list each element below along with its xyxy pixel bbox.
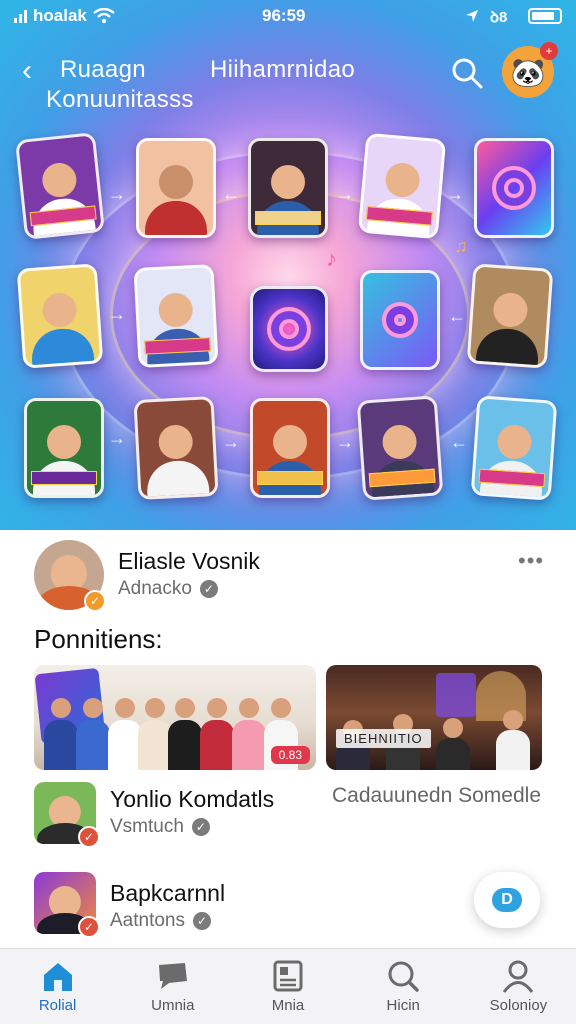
arrow-left-icon: ← bbox=[450, 432, 468, 452]
post-author-handle: Adnacko bbox=[118, 578, 192, 599]
collage-card[interactable] bbox=[250, 398, 330, 498]
home-icon bbox=[43, 963, 72, 991]
check-icon: ✓ bbox=[191, 818, 210, 836]
verified-badge-icon: ✓ bbox=[78, 826, 100, 848]
arrow-right-icon: → bbox=[336, 432, 354, 452]
status-bar: hoalak 96:59 ꝺ8 bbox=[0, 0, 576, 32]
verified-badge-icon: ✓ bbox=[84, 590, 106, 612]
tab-chat[interactable]: Umnia bbox=[115, 949, 230, 1024]
photo-caption: BIEHNIITIO bbox=[336, 729, 431, 748]
arrow-right-icon: → bbox=[336, 184, 354, 204]
tab-label: Umnia bbox=[151, 997, 195, 1014]
list-item-handle: Vsmtuch bbox=[110, 816, 184, 837]
collage-card[interactable] bbox=[16, 263, 104, 369]
event-photo[interactable]: 0.83 bbox=[34, 665, 316, 770]
tab-label: Solonioy bbox=[489, 997, 548, 1014]
clock: 96:59 bbox=[262, 6, 306, 25]
arrow-right-icon: → bbox=[108, 428, 126, 448]
network-icon: ꝺ8 bbox=[490, 9, 507, 24]
arrow-right-icon: → bbox=[446, 184, 464, 204]
list-item-name[interactable]: Bapkcarnnl bbox=[110, 880, 225, 907]
search-icon bbox=[388, 961, 419, 992]
music-note-icon: ♪ bbox=[326, 246, 337, 271]
compose-fab-button[interactable]: D bbox=[474, 872, 540, 928]
carrier-label: hoalak bbox=[33, 6, 87, 25]
tab-home[interactable]: Rolial bbox=[0, 949, 115, 1024]
chat-icon bbox=[158, 963, 187, 989]
list-item-handle: Aatntons bbox=[110, 910, 185, 931]
notification-badge: + bbox=[540, 42, 558, 60]
collage-card[interactable] bbox=[14, 132, 106, 240]
app-logo-card[interactable] bbox=[250, 286, 328, 372]
arrow-right-icon: → bbox=[108, 304, 126, 324]
collage-card[interactable] bbox=[466, 263, 554, 369]
check-icon: ✓ bbox=[193, 912, 211, 930]
check-icon: ✓ bbox=[199, 580, 218, 598]
location-icon bbox=[466, 10, 478, 22]
chevron-left-icon[interactable]: ‹ bbox=[22, 56, 32, 86]
photo-tag: 0.83 bbox=[270, 746, 310, 764]
bottom-nav: Rolial Umnia Mnia Hicin Solonioy bbox=[0, 948, 576, 1024]
post-author-name[interactable]: Eliasle Vosnik bbox=[118, 548, 260, 575]
collage-card[interactable] bbox=[248, 138, 328, 238]
collage-card[interactable] bbox=[474, 138, 554, 238]
tab-label: Hicin bbox=[386, 997, 420, 1014]
collage-card[interactable] bbox=[360, 270, 440, 370]
arrow-right-icon: → bbox=[108, 184, 126, 204]
svg-text:ꝺ8: ꝺ8 bbox=[490, 9, 507, 24]
header-center-title: Hiihamrnidao bbox=[210, 56, 355, 83]
verified-badge-icon: ✓ bbox=[78, 916, 100, 938]
collage-card[interactable] bbox=[24, 398, 104, 498]
schedule-label[interactable]: Cadauunedn Somedle bbox=[332, 784, 541, 808]
list-item-handle-row: Vsmtuch ✓ bbox=[110, 816, 210, 838]
more-options-button[interactable]: ••• bbox=[518, 548, 544, 574]
collage-card[interactable] bbox=[133, 263, 219, 369]
collage-card[interactable] bbox=[136, 138, 216, 238]
profile-icon bbox=[503, 960, 534, 993]
collage-card[interactable] bbox=[356, 395, 444, 501]
signal-icon bbox=[14, 9, 27, 23]
tab-search[interactable]: Hicin bbox=[346, 949, 461, 1024]
arrow-right-icon: ← bbox=[448, 306, 466, 326]
event-photo[interactable]: BIEHNIITIO bbox=[326, 665, 542, 770]
post-author-handle-row: Adnacko ✓ bbox=[118, 578, 218, 600]
list-item-name[interactable]: Yonlio Komdatls bbox=[110, 786, 274, 813]
collage-card[interactable] bbox=[133, 395, 219, 501]
music-note-icon: ♫ bbox=[454, 236, 468, 256]
tab-profile[interactable]: Solonioy bbox=[461, 949, 576, 1024]
feed: ✓ Eliasle Vosnik Adnacko ✓ ••• Ponnitien… bbox=[0, 530, 576, 948]
hero-collage: hoalak 96:59 ꝺ8 ‹ Ruaagn Konuunitasss Hi… bbox=[0, 0, 576, 530]
arrow-left-icon: ← bbox=[222, 184, 240, 204]
section-title: Ponnitiens: bbox=[34, 624, 163, 654]
search-icon[interactable] bbox=[450, 56, 484, 90]
arrow-right-icon: → bbox=[222, 432, 240, 452]
wifi-icon bbox=[93, 8, 115, 24]
collage-card[interactable] bbox=[470, 395, 558, 501]
battery-icon bbox=[528, 8, 562, 24]
tab-media[interactable]: Mnia bbox=[230, 949, 345, 1024]
tab-label: Mnia bbox=[271, 997, 305, 1014]
fab-icon: D bbox=[492, 888, 522, 912]
collage-card[interactable] bbox=[357, 132, 447, 240]
page-subtitle: Konuunitasss bbox=[46, 86, 194, 113]
tab-label: Rolial bbox=[38, 997, 77, 1014]
top-nav: ‹ Ruaagn Konuunitasss Hiihamrnidao 🐼 + bbox=[0, 42, 576, 114]
media-icon bbox=[273, 960, 303, 992]
list-item-handle-row: Aatntons ✓ bbox=[110, 910, 211, 932]
page-title: Ruaagn bbox=[60, 56, 146, 83]
panda-icon: 🐼 bbox=[510, 56, 546, 88]
avatar[interactable]: 🐼 + bbox=[502, 42, 558, 98]
